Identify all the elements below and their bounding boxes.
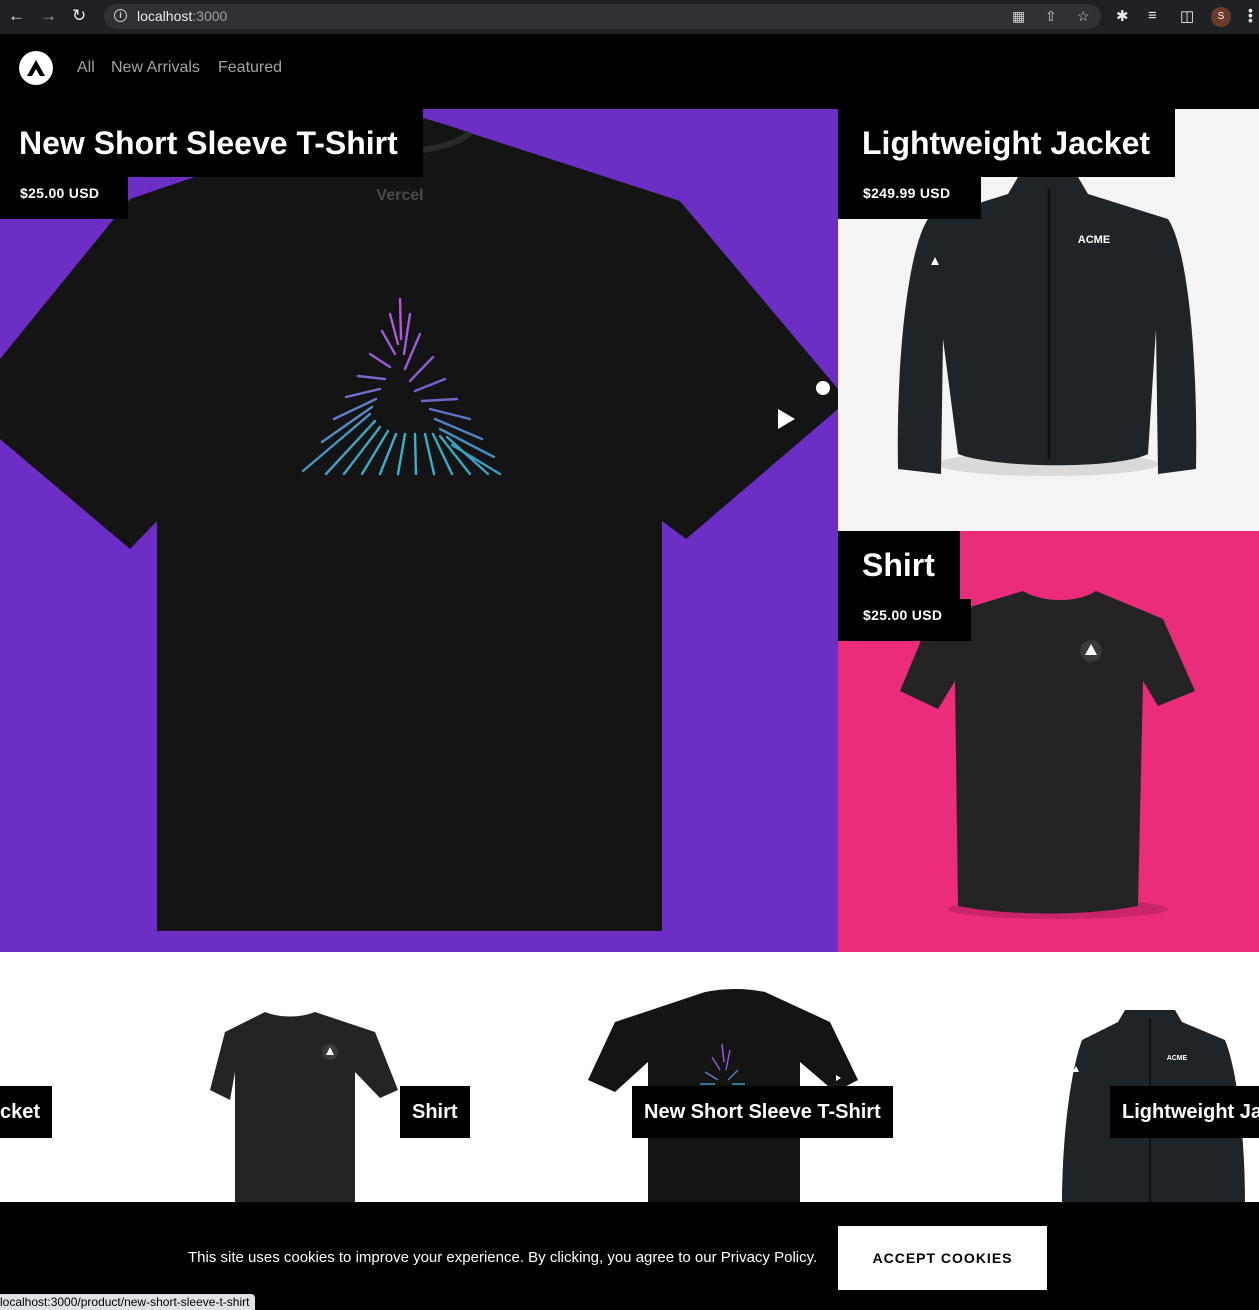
carousel-item-label[interactable]: Shirt xyxy=(400,1086,470,1138)
shirt-print-text: Vercel xyxy=(376,187,423,204)
browser-toolbar: ← → ↻ i localhost:3000 ▦ ⇧ ☆ ✱ ≡ ◫ S • • • xyxy=(0,0,1259,34)
nav-link-all[interactable]: All xyxy=(77,59,95,77)
side-panel-icon[interactable]: ◫ xyxy=(1180,7,1194,25)
product-tile-lightweight-jacket[interactable]: ACME Lightweight Jacket $249.99 USD xyxy=(838,109,1259,531)
product-tile-new-short-sleeve-t-shirt[interactable]: Vercel New Short Sleeve T-Shirt $25.00 U… xyxy=(0,109,838,952)
carousel-item-label[interactable]: Lightweight Ja xyxy=(1110,1086,1259,1138)
nav-link-featured[interactable]: Featured xyxy=(218,59,282,77)
menu-icon[interactable]: • • • xyxy=(1248,3,1253,27)
nav-link-new-arrivals[interactable]: New Arrivals xyxy=(111,59,200,77)
cookie-message: This site uses cookies to improve your e… xyxy=(188,1249,818,1266)
shirt-title: Shirt xyxy=(838,531,960,599)
jacket-print-text: ACME xyxy=(1078,234,1110,246)
share-icon[interactable]: ⇧ xyxy=(1045,8,1057,25)
address-bar[interactable]: i localhost:3000 ▦ ⇧ ☆ xyxy=(104,4,1101,29)
reading-list-icon[interactable]: ≡ xyxy=(1148,7,1157,24)
carousel-item-label[interactable]: cket xyxy=(0,1086,53,1138)
back-icon[interactable]: ← xyxy=(8,7,25,25)
hero-price: $25.00 USD xyxy=(0,177,128,219)
product-tile-shirt[interactable]: Shirt $25.00 USD xyxy=(838,531,1259,952)
carousel-item-label[interactable]: New Short Sleeve T-Shirt xyxy=(632,1086,893,1138)
product-carousel: ACME cket Shirt New Short Sleeve T-Shirt… xyxy=(0,952,1259,1202)
carousel-images: ACME xyxy=(210,989,1245,1202)
jacket-title: Lightweight Jacket xyxy=(838,109,1176,177)
translate-icon[interactable]: ▦ xyxy=(1012,8,1025,25)
site-header: All New Arrivals Featured xyxy=(0,34,1259,109)
carousel-jacket-print-text: ACME xyxy=(1167,1055,1188,1062)
status-bar-url: localhost:3000/product/new-short-sleeve-… xyxy=(0,1294,256,1310)
star-icon[interactable]: ☆ xyxy=(1077,8,1090,25)
tshirt-image: Vercel xyxy=(0,111,838,931)
profile-avatar[interactable]: S xyxy=(1211,7,1231,27)
accept-cookies-button[interactable]: ACCEPT COOKIES xyxy=(838,1226,1047,1290)
store-logo-icon[interactable] xyxy=(19,51,53,85)
jacket-price: $249.99 USD xyxy=(838,177,981,219)
reload-icon[interactable]: ↻ xyxy=(72,7,86,25)
extensions-icon[interactable]: ✱ xyxy=(1116,7,1129,25)
hero-title: New Short Sleeve T-Shirt xyxy=(0,109,423,177)
shirt-price: $25.00 USD xyxy=(838,599,971,641)
address-url[interactable]: localhost:3000 xyxy=(137,8,227,24)
forward-icon[interactable]: → xyxy=(40,7,57,25)
info-icon[interactable]: i xyxy=(114,9,127,22)
